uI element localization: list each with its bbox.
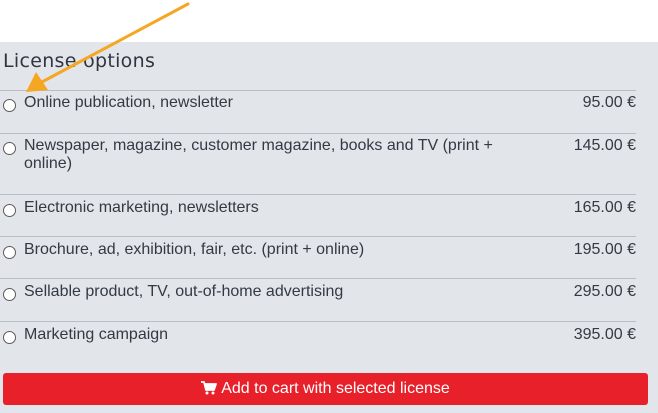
radio-button[interactable]: [3, 288, 16, 301]
section-title: License options: [3, 50, 156, 72]
radio-button[interactable]: [3, 204, 16, 217]
option-label: Marketing campaign: [24, 326, 169, 343]
option-price: 165.00 €: [573, 199, 636, 216]
divider: [0, 278, 636, 279]
add-to-cart-label: Add to cart with selected license: [221, 380, 450, 397]
radio-button[interactable]: [3, 246, 16, 259]
option-price: 295.00 €: [573, 283, 636, 300]
license-options-panel: License options Online publication, news…: [0, 42, 658, 413]
radio-button[interactable]: [3, 99, 16, 112]
shopping-cart-icon: [201, 381, 218, 395]
option-label: Electronic marketing, newsletters: [24, 199, 259, 216]
radio-button[interactable]: [3, 142, 16, 155]
option-price: 395.00 €: [573, 326, 636, 343]
option-price: 195.00 €: [573, 241, 636, 258]
divider: [0, 90, 636, 91]
add-to-cart-button[interactable]: Add to cart with selected license: [3, 373, 648, 405]
option-label: Newspaper, magazine, customer magazine, …: [24, 137, 493, 172]
radio-button[interactable]: [3, 331, 16, 344]
divider: [0, 133, 636, 134]
option-label: Sellable product, TV, out-of-home advert…: [24, 283, 344, 300]
divider: [0, 194, 636, 195]
option-label: Brochure, ad, exhibition, fair, etc. (pr…: [24, 241, 365, 258]
option-price: 95.00 €: [582, 94, 636, 111]
divider: [0, 321, 636, 322]
option-price: 145.00 €: [573, 137, 636, 154]
option-label: Online publication, newsletter: [24, 94, 234, 111]
divider: [0, 236, 636, 237]
